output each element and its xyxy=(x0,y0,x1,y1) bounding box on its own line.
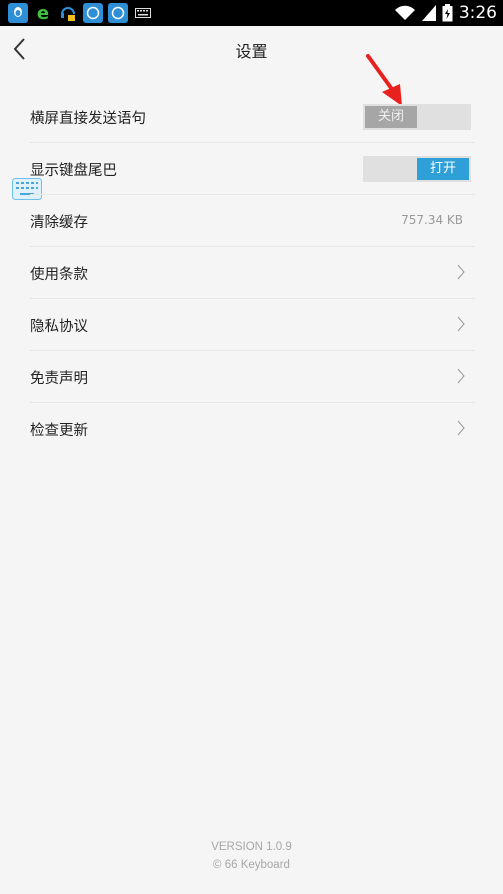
setting-label: 使用条款 xyxy=(30,267,88,283)
clock: 3:26 xyxy=(458,3,497,23)
setting-privacy-policy[interactable]: 隐私协议 xyxy=(30,299,475,351)
toggle-knob-off: 关闭 xyxy=(365,106,417,128)
setting-label: 横屏直接发送语句 xyxy=(30,111,146,127)
setting-label: 隐私协议 xyxy=(30,319,88,335)
toggle-knob-on: 打开 xyxy=(417,158,469,180)
settings-list: 横屏直接发送语句 关闭 显示键盘尾巴 打开 清除缓存 757.34 KB 使用条… xyxy=(30,91,475,454)
setting-label: 显示键盘尾巴 xyxy=(30,163,117,179)
chevron-right-icon xyxy=(457,316,465,332)
ie-browser-icon: e xyxy=(36,2,50,24)
headset-lock-icon xyxy=(58,3,78,23)
app-badge-icon xyxy=(83,3,103,23)
copyright-text: © 66 Keyboard xyxy=(213,859,290,871)
setting-label: 免责声明 xyxy=(30,371,88,387)
wifi-icon xyxy=(394,5,415,20)
setting-landscape-send[interactable]: 横屏直接发送语句 关闭 xyxy=(30,91,475,143)
app-footer: VERSION 1.0.9 © 66 Keyboard xyxy=(0,838,503,874)
app-header: 设置 xyxy=(0,26,503,72)
setting-disclaimer[interactable]: 免责声明 xyxy=(30,351,475,403)
keyboard-tail-toggle[interactable]: 打开 xyxy=(363,156,471,182)
qq-icon xyxy=(8,3,28,23)
setting-label: 清除缓存 xyxy=(30,215,88,231)
battery-icon xyxy=(442,4,453,22)
chevron-right-icon xyxy=(457,264,465,280)
cache-size: 757.34 KB xyxy=(401,213,463,227)
version-text: VERSION 1.0.9 xyxy=(211,841,292,853)
page-title: 设置 xyxy=(235,42,268,61)
setting-keyboard-tail[interactable]: 显示键盘尾巴 打开 xyxy=(30,143,475,195)
chevron-right-icon xyxy=(457,368,465,384)
status-bar: e 3:26 xyxy=(0,0,503,26)
keyboard-icon xyxy=(133,3,153,23)
setting-terms-of-use[interactable]: 使用条款 xyxy=(30,247,475,299)
app-badge-icon xyxy=(108,3,128,23)
landscape-send-toggle[interactable]: 关闭 xyxy=(363,104,471,130)
notification-icons: e xyxy=(8,2,153,24)
setting-clear-cache[interactable]: 清除缓存 757.34 KB xyxy=(30,195,475,247)
setting-check-update[interactable]: 检查更新 xyxy=(30,403,475,454)
setting-label: 检查更新 xyxy=(30,423,88,439)
signal-icon xyxy=(421,5,436,21)
chevron-right-icon xyxy=(457,420,465,436)
system-status: 3:26 xyxy=(394,0,497,26)
